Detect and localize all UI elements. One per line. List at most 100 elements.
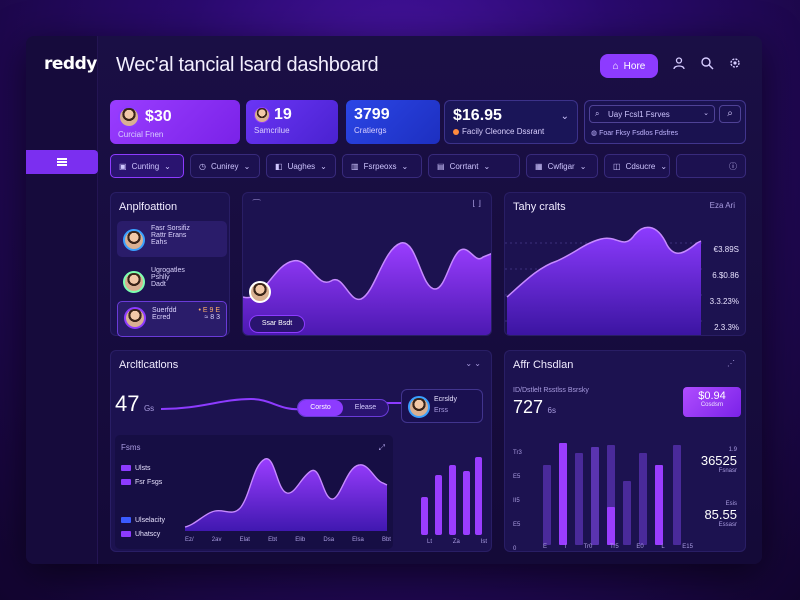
item-name: Pshlly: [151, 274, 170, 281]
sidebar-menu-button[interactable]: [26, 150, 98, 174]
avatar: [123, 271, 145, 293]
search-icon: ⌕: [595, 109, 600, 118]
legend-swatch: [121, 479, 131, 485]
toggle-option[interactable]: Elease: [343, 400, 388, 416]
folder-icon: ▦: [535, 161, 543, 171]
stat-label: Curcial Fnen: [118, 130, 164, 139]
filter-chip[interactable]: ◧ Uaghes ⌄: [266, 154, 336, 178]
filter-chip[interactable]: ◫ Cdsucre ⌄: [604, 154, 670, 178]
dashboard-window: reddy Wec'al tancial lsard dashboard ⌂ H…: [26, 36, 762, 564]
person-sub: Erss: [434, 407, 448, 414]
toggle-option-active[interactable]: Corsto: [298, 400, 343, 416]
legend-swatch: [121, 465, 131, 471]
legend-label: Fsr Fsgs: [135, 478, 163, 486]
settings-gear-icon[interactable]: [726, 56, 744, 74]
avatar: [249, 281, 271, 303]
home-button[interactable]: ⌂ Hore: [600, 54, 658, 78]
x-tick: 2av: [211, 537, 222, 543]
stat-card-3[interactable]: 3799 Cratiergs: [346, 100, 440, 144]
x-tick: Elib: [295, 537, 306, 543]
hamburger-icon: [57, 161, 67, 163]
y-tick: II5: [513, 498, 520, 504]
trend-action-button[interactable]: Ssar Bsdt: [249, 315, 305, 333]
stat-card-4[interactable]: $16.95 ⌄ Facily Cleonce Dssrant: [444, 100, 578, 144]
clock-icon: ◷: [199, 161, 206, 171]
document-icon: ▤: [437, 161, 445, 171]
chevron-down-icon: ⌄: [164, 161, 171, 171]
tally-label: 6.$0.86: [712, 271, 739, 280]
filter-label: Cunting: [131, 161, 160, 171]
item-line: Ecred: [152, 314, 171, 321]
app-logo[interactable]: reddy: [44, 54, 97, 74]
legend-item: Uhatscy: [121, 527, 165, 541]
collapse-icon[interactable]: ⌄ ⌄: [465, 359, 481, 368]
badge-value: $0.94: [698, 390, 726, 402]
search-hint: ◍ Foar Fksy Fsdlos Fdsfres: [591, 129, 678, 137]
tally-card: Tahy cralts Eza Ari €3.89S 6.$0.86 3.3.2…: [504, 192, 746, 336]
highlight-badge[interactable]: $0.94 Cosdsrn: [683, 387, 741, 417]
list-item[interactable]: Fasr Sorsifiz Rattr Erans Eahs: [117, 221, 227, 257]
tally-area: [507, 227, 701, 335]
search-input[interactable]: ⌕ Uay Fcsl1 Fsrves ⌄: [589, 105, 715, 123]
badge-sub: Cosdsrn: [700, 402, 724, 408]
legend-label: Uhatscy: [135, 530, 161, 538]
segmented-toggle[interactable]: Corsto Elease: [297, 399, 389, 417]
inner-area-chart: [184, 458, 388, 531]
x-tick: Lt: [427, 539, 433, 545]
x-tick: Tr5: [609, 544, 619, 550]
value-caption: Essasr: [718, 522, 737, 528]
applications-analytics-card: Arcltlcatlons ⌄ ⌄ 47 Gs Corsto Elease Ec…: [110, 350, 492, 552]
side-value-2: Esis 85.55 Essasr: [704, 501, 737, 528]
bar: [623, 481, 631, 545]
x-tick: Ez/: [185, 537, 194, 543]
person-card[interactable]: Ecrsldy Erss: [401, 389, 483, 423]
search-icon[interactable]: [698, 56, 716, 74]
x-tick: E0: [636, 544, 644, 550]
stat-label: Samcrilue: [254, 126, 290, 135]
filter-more-button[interactable]: ⓘ: [676, 154, 746, 178]
bar: [575, 453, 583, 545]
status-dot-icon: [453, 128, 459, 135]
avatar: [123, 229, 145, 251]
item-line: Eahs: [151, 239, 167, 246]
filter-chip[interactable]: ◷ Cunirey ⌄: [190, 154, 260, 178]
search-hint-text: Foar Fksy Fsdlos Fdsfres: [599, 130, 679, 137]
bar: [559, 443, 567, 545]
page-title: Wec'al tancial lsard dashboard: [116, 54, 379, 76]
list-item[interactable]: Ugrogatles Pshlly Dadt: [117, 263, 227, 299]
filter-label: Corrtant: [449, 161, 479, 171]
legend-label: Ulsts: [135, 464, 151, 472]
chevron-down-icon: ⌄: [243, 161, 251, 171]
sidebar: reddy: [26, 36, 98, 564]
user-icon[interactable]: [670, 56, 688, 74]
side-value-1: 1.9 36525 Fsnasr: [701, 447, 737, 474]
chart-icon: ▥: [351, 161, 359, 171]
x-tick: Elsa: [352, 537, 364, 543]
item-name: Suerfdd: [152, 307, 177, 314]
legend: Ulselacity Uhatscy: [121, 513, 165, 541]
chevron-down-icon[interactable]: ⌄: [561, 111, 569, 122]
stat-value: 19: [274, 106, 292, 123]
filter-chip[interactable]: ▣ Cunting ⌄: [110, 154, 184, 178]
stat-label: Facily Cleonce Dssrant: [462, 127, 545, 136]
stat-card-2[interactable]: 19 Samcrilue: [246, 100, 338, 144]
layers-icon: ◫: [613, 161, 621, 171]
tally-label: 3.3.23%: [709, 297, 739, 306]
tally-label: 2.3.3%: [714, 323, 739, 332]
avatar: [408, 396, 430, 418]
metric-unit: Gs: [143, 404, 155, 413]
filter-label: Cwfigar: [547, 161, 575, 171]
filter-chip[interactable]: ▤ Corrtant ⌄: [428, 154, 520, 178]
stat-value: $30: [145, 108, 172, 125]
list-item[interactable]: Suerfdd Ecred • E 9 E ≈ 8 3: [117, 301, 227, 337]
search-button[interactable]: ⌕: [719, 105, 741, 123]
side-bar-chart: [543, 443, 681, 545]
stat-card-1[interactable]: $30 Curcial Fnen: [110, 100, 240, 144]
filter-chip[interactable]: ▥ Fsrpeoxs ⌄: [342, 154, 422, 178]
filter-chip[interactable]: ▦ Cwfigar ⌄: [526, 154, 598, 178]
bar: [475, 457, 482, 535]
x-axis-ticks: Ez/ 2av Elat Ebt Elib Dsa Elsa Bbt: [185, 537, 391, 543]
x-tick: Elat: [239, 537, 250, 543]
more-icon[interactable]: ⋰: [727, 359, 735, 368]
y-tick: E5: [513, 474, 521, 480]
